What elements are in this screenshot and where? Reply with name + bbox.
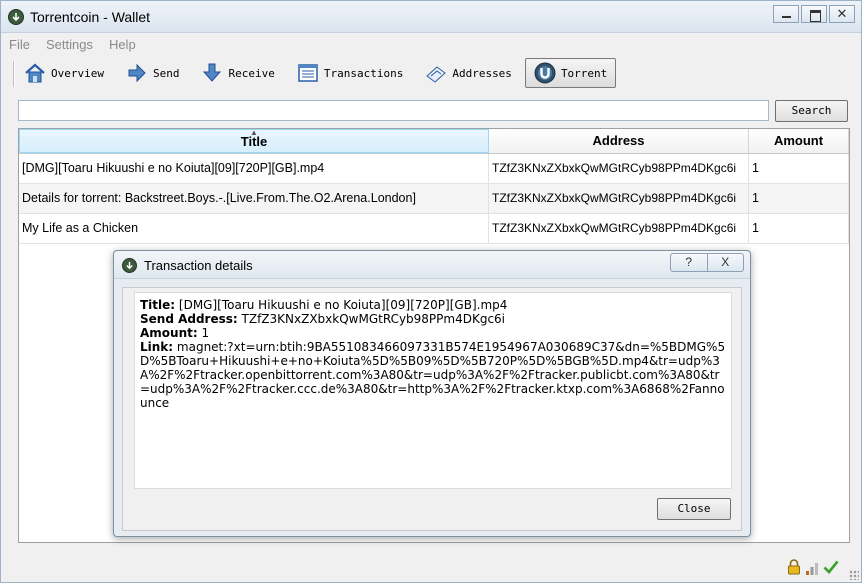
menu-file[interactable]: File — [9, 35, 30, 55]
addresses-label: Addresses — [452, 66, 512, 80]
receive-label: Receive — [228, 66, 275, 80]
cell-address: TZfZ3KNxZXbxkQwMGtRCyb98PPm4DKgc6i — [489, 154, 749, 183]
minimize-button[interactable] — [773, 5, 799, 23]
detail-title-value: [DMG][Toaru Hikuushi e no Koiuta][09][72… — [175, 298, 508, 312]
send-label: Send — [152, 66, 180, 80]
status-bar — [1, 549, 861, 582]
close-icon: ✕ — [836, 6, 848, 21]
transaction-details-dialog: Transaction details ? X Title: [DMG][Toa… — [113, 250, 751, 537]
dialog-title-bar: Transaction details ? X — [114, 251, 750, 279]
cell-title: [DMG][Toaru Hikuushi e no Koiuta][09][72… — [19, 154, 489, 183]
menu-help[interactable]: Help — [109, 35, 136, 55]
help-button[interactable]: ? — [671, 254, 708, 271]
detail-address-label: Send Address: — [140, 312, 238, 326]
table-row[interactable]: Details for torrent: Backstreet.Boys.-.[… — [19, 184, 849, 214]
detail-link-value: magnet:?xt=urn:btih:9BA551083466097331B5… — [140, 340, 726, 410]
overview-button[interactable]: Overview — [15, 58, 113, 88]
detail-title-line: Title: [DMG][Toaru Hikuushi e no Koiuta]… — [140, 298, 726, 312]
menu-settings[interactable]: Settings — [46, 35, 93, 55]
close-button[interactable]: Close — [657, 498, 731, 520]
table-row[interactable]: My Life as a Chicken TZfZ3KNxZXbxkQwMGtR… — [19, 214, 849, 244]
detail-title-label: Title: — [140, 298, 176, 312]
table-header: ▲ Title Address Amount — [19, 129, 849, 154]
dialog-close-x-button[interactable]: X — [708, 254, 744, 271]
transactions-label: Transactions — [323, 66, 404, 80]
cell-amount: 1 — [749, 154, 849, 183]
lock-icon — [787, 559, 801, 578]
detail-amount-value: 1 — [197, 326, 210, 340]
column-header-title[interactable]: ▲ Title — [19, 129, 489, 153]
checkmark-icon — [823, 559, 839, 578]
window-controls: ✕ — [771, 5, 855, 23]
cell-amount: 1 — [749, 184, 849, 213]
torrentcoin-logo-icon — [122, 258, 137, 273]
transaction-details-text[interactable]: Title: [DMG][Toaru Hikuushi e no Koiuta]… — [134, 292, 732, 489]
receive-button[interactable]: Receive — [192, 58, 283, 88]
detail-link-label: Link: — [140, 340, 174, 354]
column-header-amount[interactable]: Amount — [749, 129, 849, 153]
search-input[interactable] — [18, 100, 769, 121]
address-book-icon — [425, 62, 447, 84]
cell-amount: 1 — [749, 214, 849, 243]
resize-grip[interactable] — [849, 570, 859, 580]
detail-amount-line: Amount: 1 — [140, 326, 726, 340]
transactions-button[interactable]: Transactions — [288, 58, 412, 88]
detail-link-line: Link: magnet:?xt=urn:btih:9BA55108346609… — [140, 340, 726, 410]
window-title: Torrentcoin - Wallet — [30, 9, 151, 25]
addresses-button[interactable]: Addresses — [416, 58, 521, 88]
search-button[interactable]: Search — [775, 100, 848, 122]
detail-amount-label: Amount: — [140, 326, 198, 340]
cell-address: TZfZ3KNxZXbxkQwMGtRCyb98PPm4DKgc6i — [489, 214, 749, 243]
signal-bars-icon — [805, 561, 819, 578]
toolbar: Overview Send Receive Transactions Addre… — [15, 57, 620, 89]
overview-label: Overview — [51, 66, 104, 80]
cell-title: My Life as a Chicken — [19, 214, 489, 243]
maximize-button[interactable] — [801, 5, 827, 23]
detail-address-line: Send Address: TZfZ3KNxZXbxkQwMGtRCyb98PP… — [140, 312, 726, 326]
torrent-label: Torrent — [560, 66, 608, 80]
list-icon — [297, 62, 319, 84]
cell-address: TZfZ3KNxZXbxkQwMGtRCyb98PPm4DKgc6i — [489, 184, 749, 213]
send-arrow-icon — [126, 62, 148, 84]
send-button[interactable]: Send — [117, 58, 189, 88]
cell-title: Details for torrent: Backstreet.Boys.-.[… — [19, 184, 489, 213]
table-row[interactable]: [DMG][Toaru Hikuushi e no Koiuta][09][72… — [19, 154, 849, 184]
menu-bar: File Settings Help — [9, 35, 152, 55]
home-icon — [24, 62, 46, 84]
main-window: Torrentcoin - Wallet ✕ File Settings Hel… — [0, 0, 862, 583]
receive-arrow-icon — [201, 62, 223, 84]
sort-ascending-icon: ▲ — [250, 128, 258, 137]
dialog-body: Title: [DMG][Toaru Hikuushi e no Koiuta]… — [122, 287, 742, 531]
close-window-button[interactable]: ✕ — [829, 5, 855, 23]
detail-address-value: TZfZ3KNxZXbxkQwMGtRCyb98PPm4DKgc6i — [237, 312, 506, 326]
torrentcoin-logo-icon — [8, 9, 24, 25]
torrent-button[interactable]: Torrent — [524, 58, 617, 88]
dialog-title-buttons: ? X — [670, 253, 744, 272]
torrent-u-icon — [534, 62, 556, 84]
title-bar: Torrentcoin - Wallet ✕ — [1, 1, 861, 33]
status-icons — [783, 559, 839, 578]
column-header-address[interactable]: Address — [489, 129, 749, 153]
dialog-title: Transaction details — [144, 258, 253, 273]
